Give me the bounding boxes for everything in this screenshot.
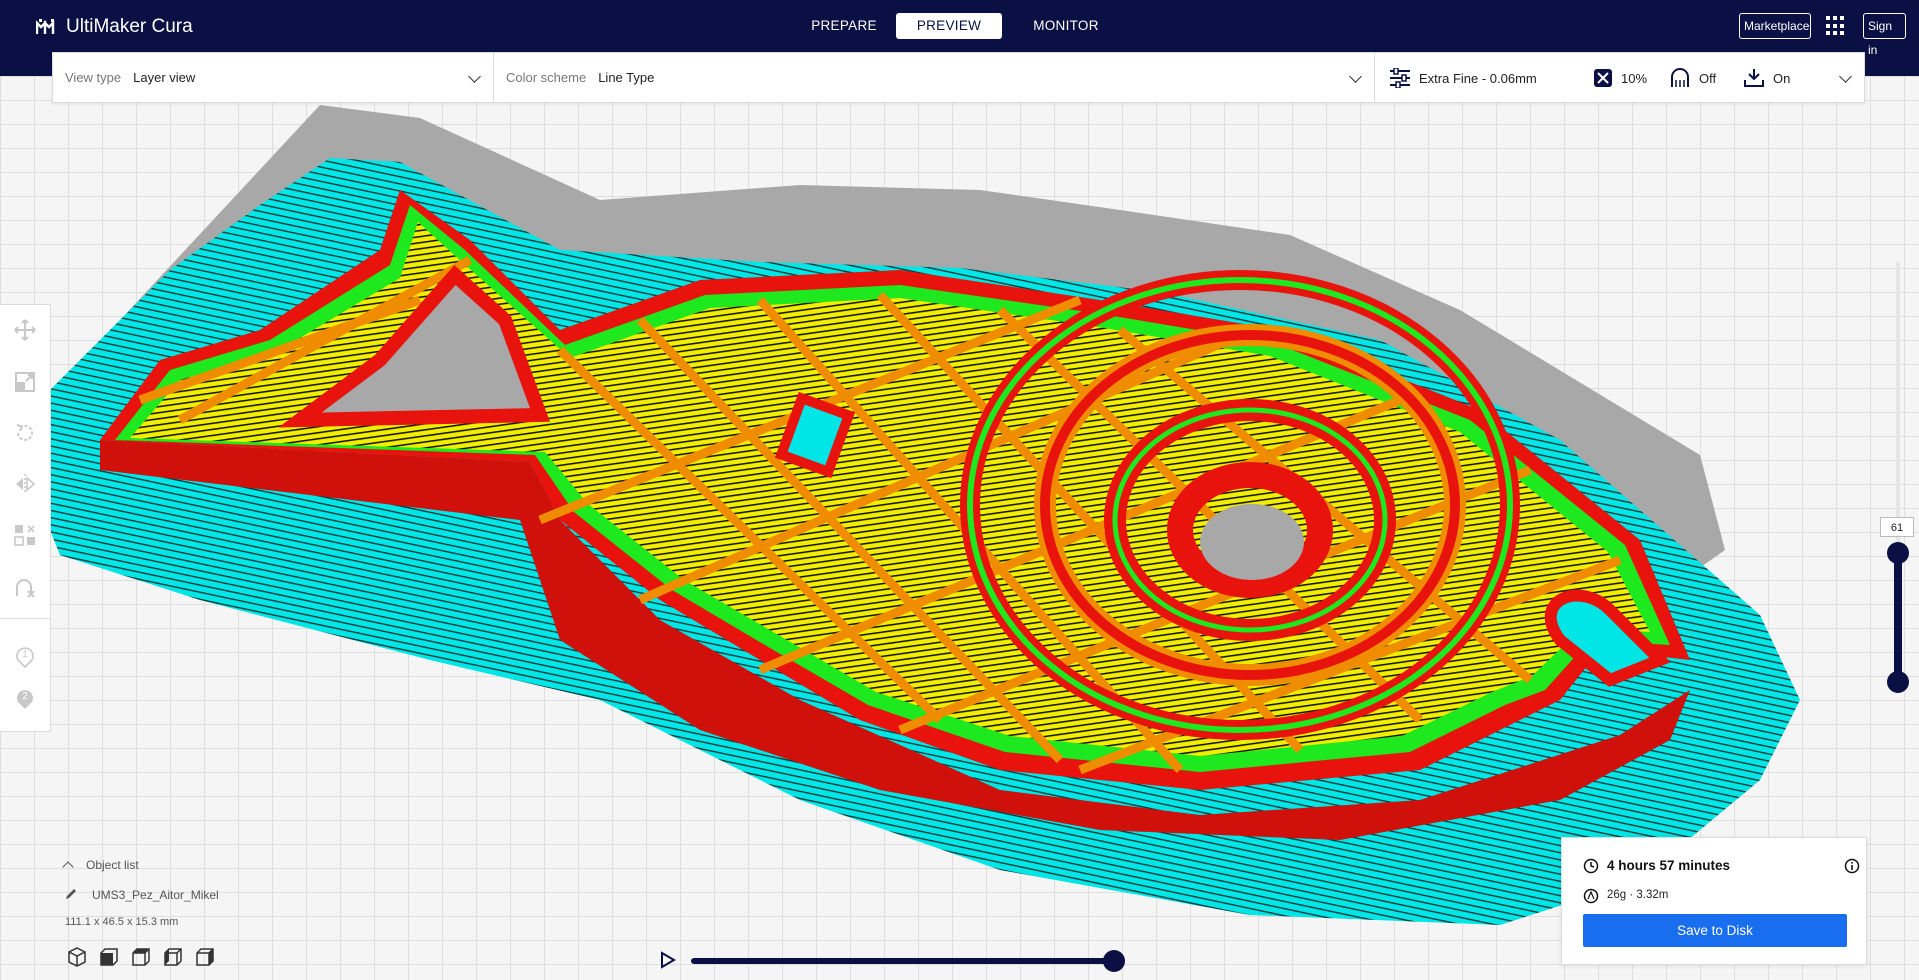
app-name: UltiMaker Cura <box>66 16 193 37</box>
chevron-down-icon <box>1349 70 1362 83</box>
color-scheme-label: Color scheme <box>506 70 587 85</box>
layer-slider-upper-handle[interactable] <box>1887 542 1909 564</box>
left-toolbar: 1 2 <box>0 304 51 732</box>
save-to-disk-button[interactable]: Save to Disk <box>1583 914 1847 947</box>
right-view-icon <box>196 948 214 966</box>
extruder-2-button[interactable]: 2 <box>13 687 37 711</box>
support-item: Off <box>1669 68 1716 88</box>
tab-prepare[interactable]: PREPARE <box>792 13 896 39</box>
rotate-icon <box>16 424 33 441</box>
scale-tool-button[interactable] <box>13 370 37 394</box>
front-view-icon <box>100 948 118 966</box>
move-icon <box>14 319 36 341</box>
infill-icon <box>1594 69 1612 87</box>
view-type-value: Layer view <box>133 70 196 85</box>
3d-view-button[interactable] <box>66 946 88 968</box>
left-view-button[interactable] <box>162 946 184 968</box>
simulation-slider-track[interactable] <box>691 958 1111 964</box>
adhesion-icon <box>1744 69 1764 87</box>
sliders-icon <box>1390 68 1410 88</box>
spool-icon <box>1583 888 1599 904</box>
infill-item: 10% <box>1593 68 1647 88</box>
settings-bar: View type Layer view Color scheme Line T… <box>52 52 1865 103</box>
simulation-slider-handle[interactable] <box>1103 950 1125 972</box>
object-name: UMS3_Pez_Aitor_Mikel <box>92 888 219 902</box>
mirror-icon <box>16 474 36 494</box>
support-blocker-button[interactable] <box>13 575 37 599</box>
app-logo: UltiMaker Cura <box>36 16 193 38</box>
rotate-tool-button[interactable] <box>13 421 37 445</box>
object-list-item[interactable]: UMS3_Pez_Aitor_Mikel <box>64 887 219 902</box>
object-list-header[interactable]: Object list <box>62 858 139 873</box>
chevron-down-icon <box>1839 70 1852 83</box>
left-view-icon <box>164 948 182 966</box>
top-view-button[interactable] <box>130 946 152 968</box>
print-time: 4 hours 57 minutes <box>1607 858 1731 873</box>
clock-icon <box>1583 858 1599 874</box>
camera-view-buttons <box>66 946 216 968</box>
right-view-button[interactable] <box>194 946 216 968</box>
profile-item: Extra Fine - 0.06mm <box>1389 68 1537 88</box>
support-blocker-icon <box>16 579 35 598</box>
layer-slider-lower-handle[interactable] <box>1887 671 1909 693</box>
apps-grid-icon[interactable] <box>1826 16 1846 36</box>
object-dimensions: 111.1 x 46.5 x 15.3 mm <box>65 916 179 928</box>
stage-tabs: PREPARE PREVIEW MONITOR <box>792 13 1130 39</box>
info-icon[interactable] <box>1844 858 1860 874</box>
material-usage: 26g · 3.32m <box>1607 889 1669 901</box>
print-settings-dropdown[interactable]: Extra Fine - 0.06mm 10% Off On <box>1375 53 1864 102</box>
chevron-up-icon <box>62 861 74 873</box>
infill-value: 10% <box>1621 70 1648 86</box>
ultimaker-logo-icon <box>36 19 55 34</box>
3d-view-icon <box>68 947 86 967</box>
tab-monitor[interactable]: MONITOR <box>1002 13 1130 39</box>
tab-preview[interactable]: PREVIEW <box>896 13 1002 39</box>
support-icon <box>1671 68 1689 87</box>
marketplace-button[interactable]: Marketplace <box>1739 13 1811 39</box>
play-icon[interactable] <box>660 951 676 969</box>
color-scheme-value: Line Type <box>598 70 655 85</box>
layer-slider-range[interactable] <box>1894 553 1902 683</box>
per-model-settings-icon <box>14 525 35 546</box>
extruder-1-button[interactable]: 1 <box>13 645 37 669</box>
adhesion-value: On <box>1773 70 1791 86</box>
extruder-2-label: 2 <box>22 691 28 702</box>
top-view-icon <box>132 948 150 966</box>
per-model-settings-button[interactable] <box>13 523 37 547</box>
pencil-icon <box>66 889 76 899</box>
support-value: Off <box>1699 70 1717 86</box>
chevron-down-icon <box>468 70 481 83</box>
scale-icon <box>15 372 35 392</box>
sign-in-button[interactable]: Sign in <box>1863 13 1906 57</box>
move-tool-button[interactable] <box>13 318 37 342</box>
extruder-1-label: 1 <box>22 649 28 660</box>
eye-hole <box>1200 504 1304 580</box>
front-view-button[interactable] <box>98 946 120 968</box>
print-summary-panel: 4 hours 57 minutes 26g · 3.32m Save to D… <box>1561 837 1867 965</box>
profile-value: Extra Fine - 0.06mm <box>1419 70 1537 86</box>
object-list-title: Object list <box>86 858 139 872</box>
mirror-tool-button[interactable] <box>13 472 37 496</box>
adhesion-item: On <box>1743 68 1790 88</box>
toolbar-divider <box>0 618 51 619</box>
layer-number-input[interactable]: 61 <box>1880 517 1914 537</box>
color-scheme-dropdown[interactable]: Color scheme Line Type <box>494 53 1375 102</box>
view-type-label: View type <box>65 70 122 85</box>
view-type-dropdown[interactable]: View type Layer view <box>53 53 494 102</box>
